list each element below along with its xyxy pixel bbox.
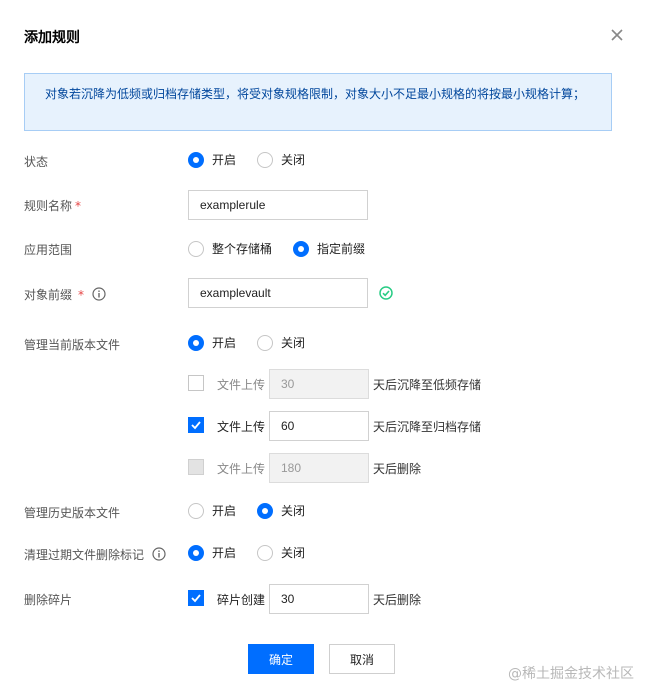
history-version-on-label: 开启 (212, 504, 237, 518)
status-on-label: 开启 (212, 153, 237, 167)
expire-delete-days-input[interactable] (269, 453, 369, 483)
radio-empty-icon (257, 151, 273, 168)
transition-archive-suffix: 天后沉降至归档存储 (373, 420, 482, 434)
scope-prefix-label: 指定前缀 (317, 242, 366, 256)
radio-selected-icon (257, 502, 273, 519)
radio-selected-icon (188, 151, 204, 168)
prefix-label-text: 对象前缀 (24, 288, 73, 302)
info-icon[interactable] (152, 547, 166, 561)
radio-empty-icon (188, 240, 204, 257)
status-on-radio[interactable]: 开启 (188, 151, 236, 168)
expire-delete-checkbox[interactable] (188, 459, 204, 475)
expire-delete-text: 文件上传 (217, 462, 266, 476)
fragments-text: 碎片创建 (217, 593, 266, 607)
current-version-on-radio[interactable]: 开启 (188, 334, 236, 351)
fragments-checkbox[interactable] (188, 590, 204, 606)
transition-ia-checkbox[interactable] (188, 375, 204, 391)
notice-banner: 对象若沉降为低频或归档存储类型，将受对象规格限制，对象大小不足最小规格的将按最小… (24, 73, 612, 131)
fragments-suffix: 天后删除 (373, 593, 422, 607)
info-icon[interactable] (92, 287, 106, 301)
history-version-label: 管理历史版本文件 (24, 506, 121, 520)
status-off-label: 关闭 (281, 153, 306, 167)
current-version-label: 管理当前版本文件 (24, 338, 121, 352)
status-off-radio[interactable]: 关闭 (257, 151, 305, 168)
rule-name-input[interactable] (188, 190, 368, 220)
status-label: 状态 (24, 155, 49, 169)
expired-markers-off-radio[interactable]: 关闭 (257, 544, 305, 561)
rule-name-label-text: 规则名称 (24, 199, 73, 213)
prefix-input[interactable] (188, 278, 368, 308)
radio-selected-icon (188, 334, 204, 351)
expired-markers-on-label: 开启 (212, 546, 237, 560)
transition-ia-suffix: 天后沉降至低频存储 (373, 378, 482, 392)
rule-name-label: 规则名称 * (24, 197, 81, 214)
watermark: @稀土掘金技术社区 (508, 666, 634, 682)
dialog-title: 添加规则 (24, 30, 80, 46)
check-icon (191, 421, 201, 430)
fragments-label: 删除碎片 (24, 593, 73, 607)
radio-empty-icon (257, 334, 273, 351)
expired-markers-label: 清理过期文件删除标记 (24, 548, 145, 562)
current-version-off-label: 关闭 (281, 336, 306, 350)
history-version-off-label: 关闭 (281, 504, 306, 518)
check-circle-icon (379, 286, 393, 300)
transition-archive-days-input[interactable] (269, 411, 369, 441)
current-version-off-radio[interactable]: 关闭 (257, 334, 305, 351)
cancel-button[interactable]: 取消 (329, 644, 395, 674)
scope-prefix-radio[interactable]: 指定前缀 (293, 240, 365, 257)
radio-selected-icon (293, 240, 309, 257)
history-version-off-radio[interactable]: 关闭 (257, 502, 305, 519)
transition-ia-days-input[interactable] (269, 369, 369, 399)
fragments-days-input[interactable] (269, 584, 369, 614)
scope-bucket-label: 整个存储桶 (212, 242, 273, 256)
prefix-label: 对象前缀 * (24, 286, 84, 303)
history-version-on-radio[interactable]: 开启 (188, 502, 236, 519)
scope-bucket-radio[interactable]: 整个存储桶 (188, 240, 272, 257)
add-rule-dialog: 添加规则 对象若沉降为低频或归档存储类型，将受对象规格限制，对象大小不足最小规格… (0, 0, 649, 699)
expire-delete-suffix: 天后删除 (373, 462, 422, 476)
radio-empty-icon (257, 544, 273, 561)
required-mark: * (78, 288, 85, 302)
close-icon[interactable] (608, 26, 626, 44)
current-version-on-label: 开启 (212, 336, 237, 350)
confirm-button[interactable]: 确定 (248, 644, 314, 674)
transition-ia-text: 文件上传 (217, 378, 266, 392)
expired-markers-on-radio[interactable]: 开启 (188, 544, 236, 561)
scope-label: 应用范围 (24, 243, 73, 257)
expired-markers-off-label: 关闭 (281, 546, 306, 560)
radio-empty-icon (188, 502, 204, 519)
check-icon (191, 594, 201, 603)
transition-archive-text: 文件上传 (217, 420, 266, 434)
required-mark: * (75, 199, 82, 213)
radio-selected-icon (188, 544, 204, 561)
transition-archive-checkbox[interactable] (188, 417, 204, 433)
